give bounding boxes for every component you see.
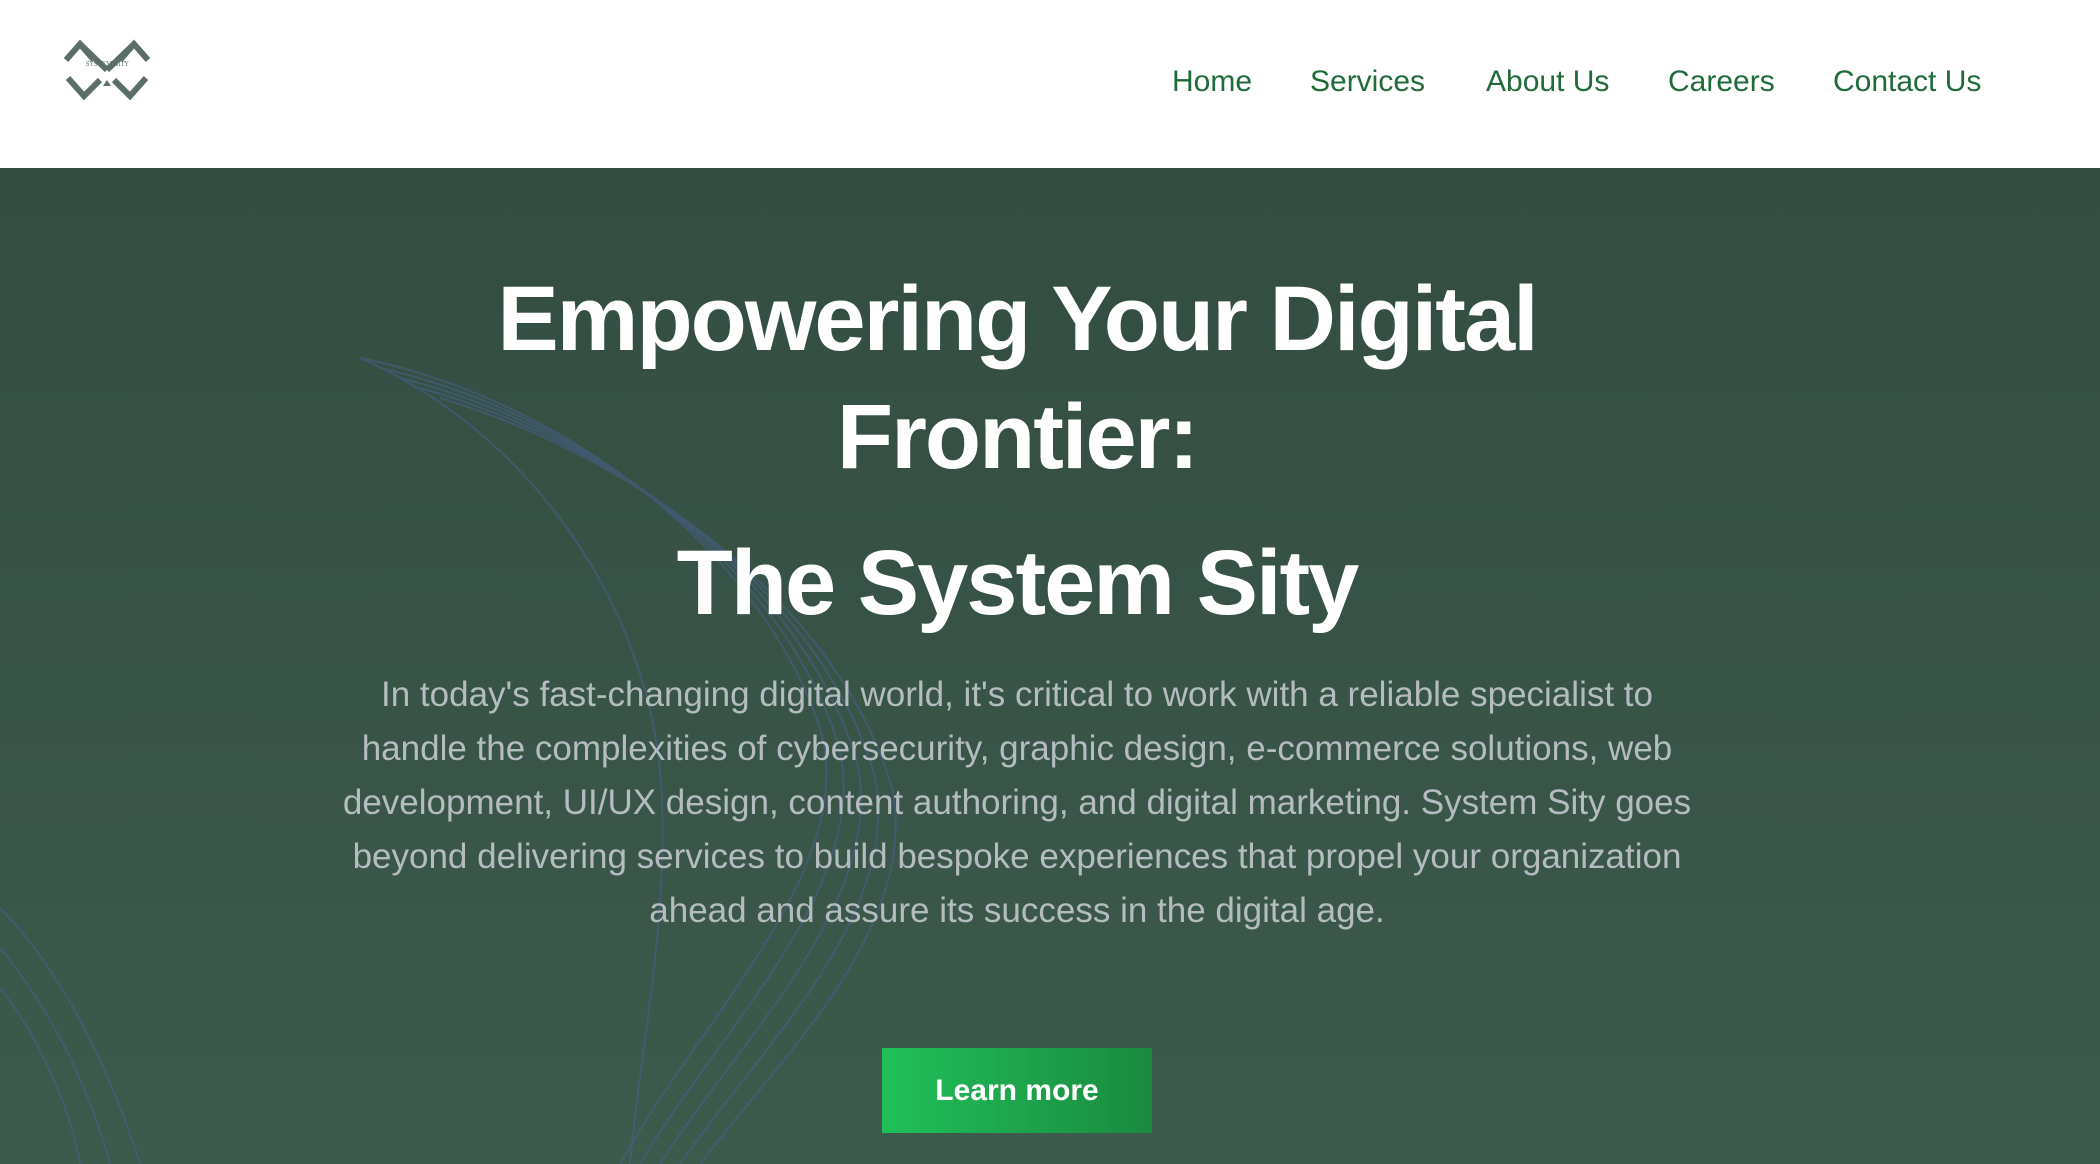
learn-more-button[interactable]: Learn more [882,1048,1152,1133]
hero-title: Empowering Your Digital Frontier: [0,260,2034,496]
nav-services-link[interactable]: Services [1310,60,1425,104]
site-header: SYSTEM SITY Home Services About Us Caree… [0,0,2100,168]
hero-description: In today's fast-changing digital world, … [342,675,1692,930]
nav-careers-link[interactable]: Careers [1668,60,1775,104]
hero-section: Empowering Your Digital Frontier: The Sy… [0,168,2100,1164]
nav-contact-us-link[interactable]: Contact Us [1833,60,1981,104]
nav-about-us-link[interactable]: About Us [1486,60,1609,104]
nav-home-link[interactable]: Home [1172,60,1252,104]
hero-title-line-1: Empowering Your Digital [497,268,1538,370]
hero-subtitle: The System Sity [676,532,1360,634]
hero-title-line-2: Frontier: [836,386,1199,488]
main-nav: Home Services About Us Careers Contact U… [0,60,2100,104]
